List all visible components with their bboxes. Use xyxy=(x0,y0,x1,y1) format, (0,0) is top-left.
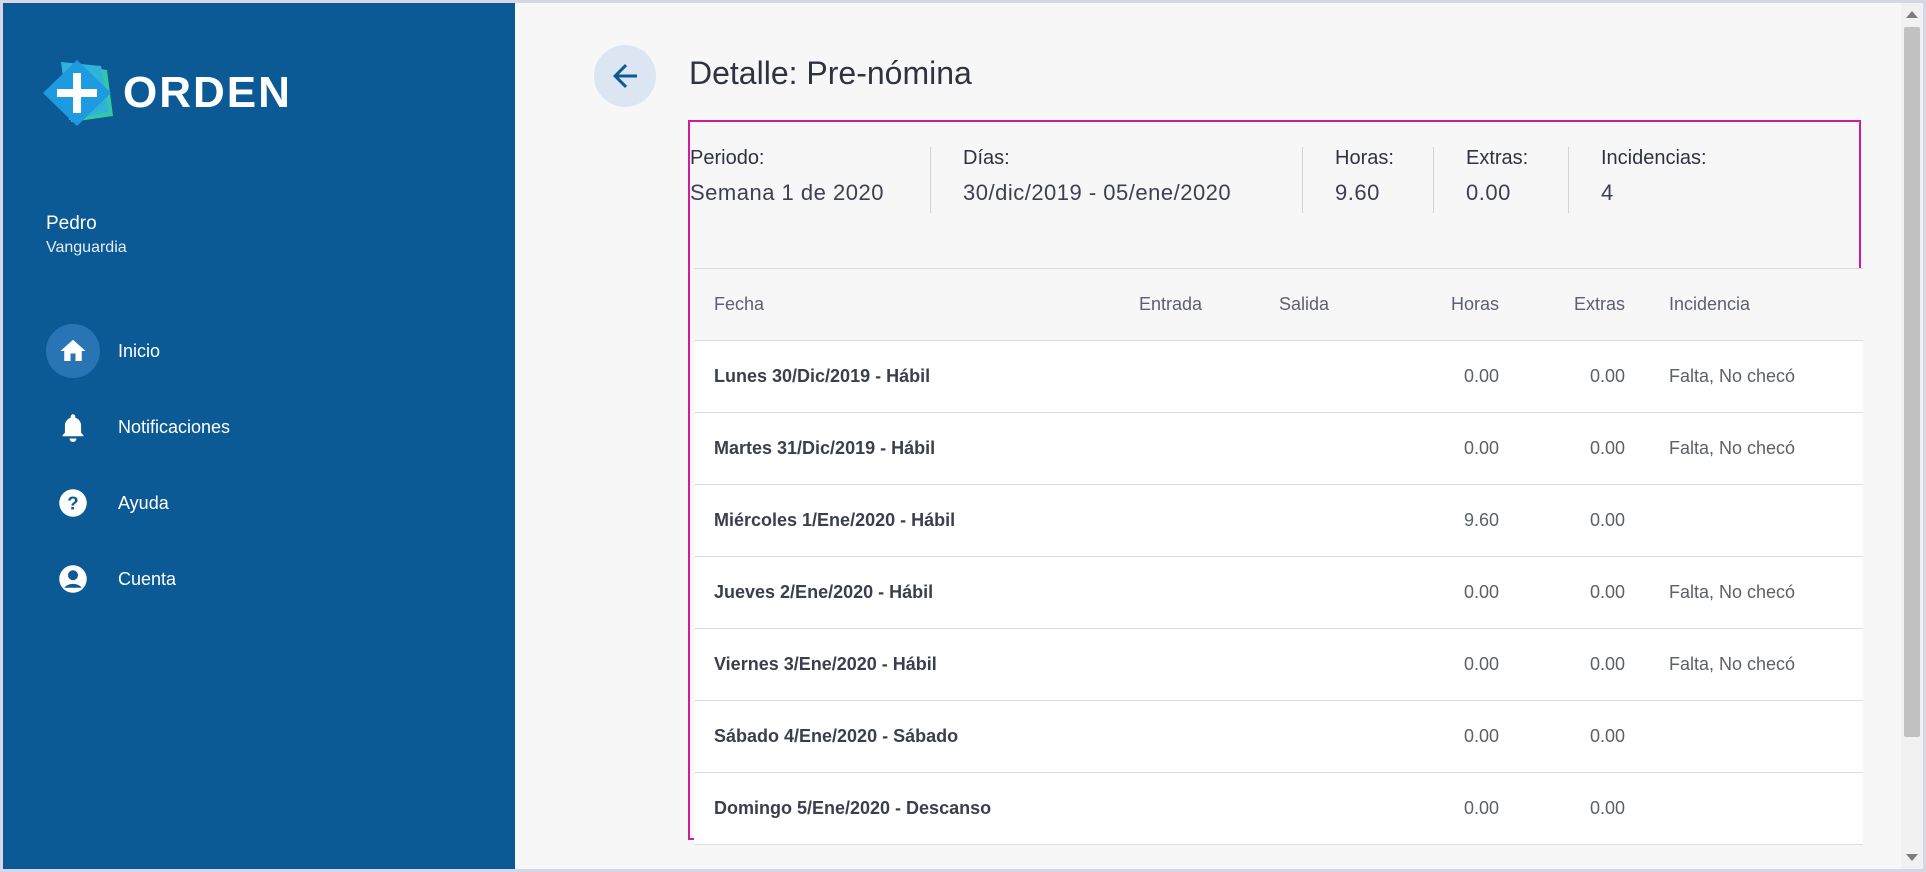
arrow-left-icon xyxy=(613,64,637,88)
account-icon xyxy=(46,552,100,606)
column-header-extras[interactable]: Extras xyxy=(1499,294,1625,315)
table-row[interactable]: Jueves 2/Ene/2020 - Hábil 0.00 0.00 Falta, … xyxy=(694,557,1863,629)
sidebar-item-inicio[interactable]: Inicio xyxy=(46,323,230,379)
cell-fecha: Domingo 5/Ene/2020 - Descanso xyxy=(714,798,992,818)
table-body: Lunes 30/Dic/2019 - Hábil 0.00 0.00 Falta, … xyxy=(694,341,1863,845)
column-header-horas[interactable]: Horas xyxy=(1389,294,1499,315)
brand-logo[interactable]: ORDEN xyxy=(43,58,292,128)
cell-fecha: Viernes 3/Ene/2020 - Hábil xyxy=(714,654,937,674)
help-icon: ? xyxy=(46,476,100,530)
extras-value: 0.00 xyxy=(1466,180,1511,205)
incidencias-label: Incidencias: xyxy=(1601,147,1707,169)
cell-incidencia: Falta, No checó xyxy=(1669,582,1796,602)
home-icon xyxy=(46,324,100,378)
extras-label: Extras: xyxy=(1466,147,1529,169)
sidebar-item-label: Inicio xyxy=(118,340,161,361)
table-row[interactable]: Miércoles 1/Ene/2020 - Hábil 9.60 0.00 xyxy=(694,485,1863,557)
table-header-row: Fecha Entrada Salida Horas Extras Incide… xyxy=(694,269,1863,341)
orden-logo-icon xyxy=(43,58,123,128)
cell-incidencia: Falta, No checó xyxy=(1669,366,1796,386)
cell-extras: 0.00 xyxy=(1589,510,1625,530)
sidebar-item-label: Notificaciones xyxy=(118,416,231,437)
sidebar-nav: Inicio Notificaciones ? Ayuda Cuenta xyxy=(46,323,230,627)
cell-extras: 0.00 xyxy=(1589,726,1625,746)
scrollbar-thumb[interactable] xyxy=(1904,27,1920,737)
periodo-value: Semana 1 de 2020 xyxy=(690,180,884,205)
cell-horas: 0.00 xyxy=(1463,798,1499,818)
svg-text:?: ? xyxy=(67,492,78,513)
page-title: Detalle: Pre-nómina xyxy=(689,55,972,91)
cell-fecha: Jueves 2/Ene/2020 - Hábil xyxy=(714,582,934,602)
dias-label: Días: xyxy=(963,147,1010,169)
user-info: Pedro Vanguardia xyxy=(46,213,127,257)
sidebar-item-label: Ayuda xyxy=(118,492,169,513)
prenomina-panel: Periodo: Semana 1 de 2020 Días: 30/dic/2… xyxy=(688,120,1863,845)
cell-extras: 0.00 xyxy=(1589,438,1625,458)
prenomina-table: Fecha Entrada Salida Horas Extras Incide… xyxy=(694,268,1863,845)
table-row[interactable]: Domingo 5/Ene/2020 - Descanso 0.00 0.00 xyxy=(694,773,1863,845)
dias-value: 30/dic/2019 - 05/ene/2020 xyxy=(963,180,1232,205)
sidebar-item-cuenta[interactable]: Cuenta xyxy=(46,551,230,607)
scroll-up-arrow-icon[interactable] xyxy=(1906,11,1918,18)
back-button[interactable] xyxy=(594,45,656,107)
table-row[interactable]: Sábado 4/Ene/2020 - Sábado 0.00 0.00 xyxy=(694,701,1863,773)
column-header-fecha[interactable]: Fecha xyxy=(694,294,1139,315)
main-content: Detalle: Pre-nómina Periodo: Semana 1 de… xyxy=(515,3,1923,869)
summary-dias: Días: 30/dic/2019 - 05/ene/2020 xyxy=(931,147,1302,206)
cell-extras: 0.00 xyxy=(1589,366,1625,386)
cell-horas: 9.60 xyxy=(1463,510,1499,530)
cell-fecha: Martes 31/Dic/2019 - Hábil xyxy=(714,438,936,458)
table-row[interactable]: Lunes 30/Dic/2019 - Hábil 0.00 0.00 Falta, … xyxy=(694,341,1863,413)
cell-horas: 0.00 xyxy=(1463,438,1499,458)
column-header-entrada[interactable]: Entrada xyxy=(1139,294,1279,315)
cell-horas: 0.00 xyxy=(1463,582,1499,602)
summary-horas: Horas: 9.60 xyxy=(1303,147,1433,206)
table-row[interactable]: Viernes 3/Ene/2020 - Hábil 0.00 0.00 Falta,… xyxy=(694,629,1863,701)
scroll-down-arrow-icon[interactable] xyxy=(1906,854,1918,861)
table-row[interactable]: Martes 31/Dic/2019 - Hábil 0.00 0.00 Falta,… xyxy=(694,413,1863,485)
cell-fecha: Sábado 4/Ene/2020 - Sábado xyxy=(714,726,959,746)
summary-bar: Periodo: Semana 1 de 2020 Días: 30/dic/2… xyxy=(690,147,1749,217)
cell-horas: 0.00 xyxy=(1463,654,1499,674)
summary-periodo: Periodo: Semana 1 de 2020 xyxy=(690,147,930,206)
summary-extras: Extras: 0.00 xyxy=(1434,147,1568,206)
user-last-name: Vanguardia xyxy=(46,239,127,256)
cell-incidencia: Falta, No checó xyxy=(1669,654,1796,674)
horas-value: 9.60 xyxy=(1335,180,1380,205)
cell-horas: 0.00 xyxy=(1463,726,1499,746)
column-header-salida[interactable]: Salida xyxy=(1279,294,1389,315)
cell-fecha: Miércoles 1/Ene/2020 - Hábil xyxy=(714,510,956,530)
app-window: ORDEN Pedro Vanguardia Inicio Notificaci… xyxy=(3,3,1923,869)
vertical-scrollbar[interactable] xyxy=(1901,3,1923,869)
sidebar-item-ayuda[interactable]: ? Ayuda xyxy=(46,475,230,531)
cell-extras: 0.00 xyxy=(1589,798,1625,818)
periodo-label: Periodo: xyxy=(690,147,765,169)
cell-extras: 0.00 xyxy=(1589,654,1625,674)
user-first-name: Pedro xyxy=(46,213,97,234)
sidebar: ORDEN Pedro Vanguardia Inicio Notificaci… xyxy=(3,3,515,869)
cell-fecha: Lunes 30/Dic/2019 - Hábil xyxy=(714,366,931,386)
cell-horas: 0.00 xyxy=(1463,366,1499,386)
horas-label: Horas: xyxy=(1335,147,1394,169)
summary-incidencias: Incidencias: 4 xyxy=(1569,147,1749,206)
column-header-incidencia[interactable]: Incidencia xyxy=(1625,294,1863,315)
sidebar-item-label: Cuenta xyxy=(118,568,177,589)
sidebar-item-notificaciones[interactable]: Notificaciones xyxy=(46,399,230,455)
brand-name: ORDEN xyxy=(123,68,292,117)
incidencias-value: 4 xyxy=(1601,180,1614,205)
bell-icon xyxy=(46,400,100,454)
cell-extras: 0.00 xyxy=(1589,582,1625,602)
cell-incidencia: Falta, No checó xyxy=(1669,438,1796,458)
